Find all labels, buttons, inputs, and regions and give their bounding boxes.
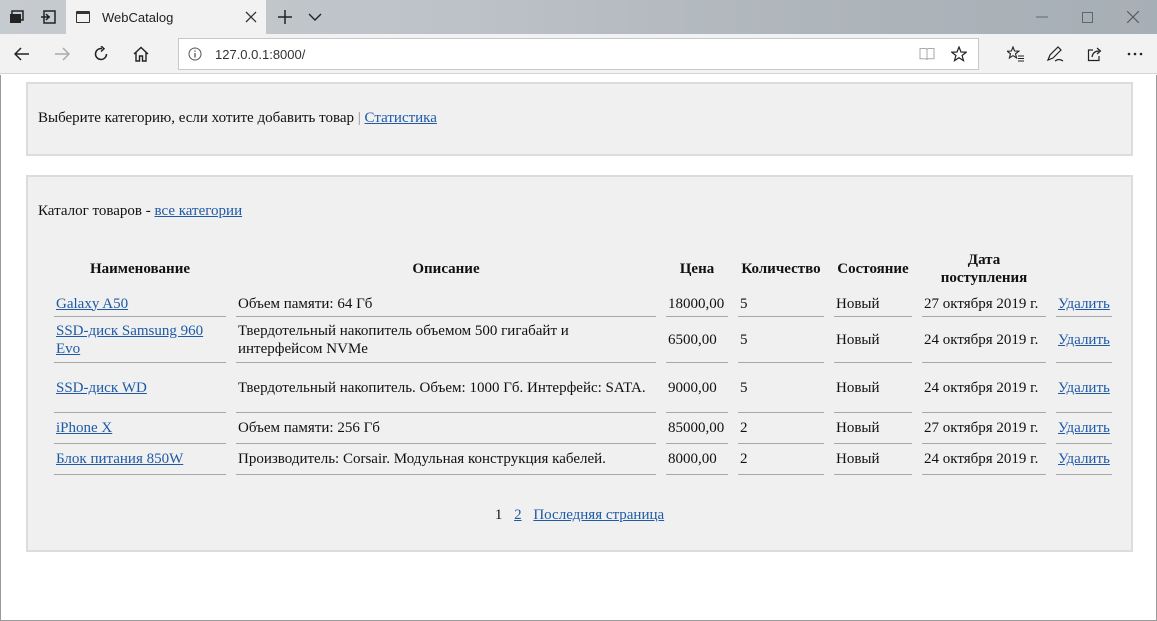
minimize-icon[interactable]: [1019, 0, 1065, 34]
product-description: Твердотельный накопитель. Объем: 1000 Гб…: [236, 363, 656, 413]
table-row: Блок питания 850W Производитель: Corsair…: [54, 444, 1112, 475]
product-quantity: 5: [738, 363, 824, 413]
product-state: Новый: [834, 413, 912, 444]
favorites-list-icon[interactable]: [996, 34, 1036, 74]
site-info-icon[interactable]: [188, 47, 202, 61]
share-icon[interactable]: [1075, 34, 1115, 74]
new-tab-icon[interactable]: [270, 0, 300, 34]
product-name-link[interactable]: iPhone X: [56, 420, 112, 436]
add-product-prompt: Выберите категорию, если хотите добавить…: [38, 110, 355, 126]
product-date: 24 октября 2019 г.: [922, 363, 1046, 413]
delete-link[interactable]: Удалить: [1058, 332, 1110, 348]
catalog-panel: Каталог товаров - все категории Наименов…: [26, 175, 1133, 552]
set-tabs-aside-icon[interactable]: [33, 0, 63, 34]
product-description: Объем памяти: 256 Гб: [236, 413, 656, 444]
tab-title: WebCatalog: [102, 9, 174, 25]
delete-link[interactable]: Удалить: [1058, 420, 1110, 436]
product-description: Твердотельный накопитель объемом 500 гиг…: [236, 317, 656, 363]
column-header-date: Дата поступления: [940, 252, 1028, 286]
product-date: 24 октября 2019 г.: [922, 317, 1046, 363]
product-price: 85000,00: [666, 413, 728, 444]
product-name-link[interactable]: Galaxy A50: [56, 296, 128, 312]
product-name-link[interactable]: SSD-диск WD: [56, 380, 147, 396]
table-row: SSD-диск Samsung 960 Evo Твердотельный н…: [54, 317, 1112, 363]
table-header-row: Наименование Описание Цена Количество Со…: [54, 247, 1112, 291]
table-row: iPhone X Объем памяти: 256 Гб 85000,00 2…: [54, 413, 1112, 444]
product-date: 24 октября 2019 г.: [922, 444, 1046, 475]
more-options-icon[interactable]: [1115, 34, 1155, 74]
catalog-heading: Каталог товаров - все категории: [38, 203, 242, 220]
product-price: 18000,00: [666, 291, 728, 317]
product-quantity: 5: [738, 317, 824, 363]
current-page: 1: [494, 507, 503, 523]
column-header-state: Состояние: [837, 261, 909, 277]
product-quantity: 5: [738, 291, 824, 317]
all-categories-link[interactable]: все категории: [154, 203, 242, 219]
column-header-name: Наименование: [90, 261, 190, 277]
product-description: Производитель: Corsair. Модульная констр…: [236, 444, 656, 475]
pagination: 1 2 Последняя страница: [28, 507, 1131, 524]
forward-icon[interactable]: [42, 34, 82, 74]
browser-tab[interactable]: WebCatalog: [66, 0, 266, 34]
catalog-title: Каталог товаров -: [38, 203, 151, 219]
reading-view-icon[interactable]: [911, 39, 943, 69]
product-date: 27 октября 2019 г.: [922, 413, 1046, 444]
product-description: Объем памяти: 64 Гб: [236, 291, 656, 317]
last-page-link[interactable]: Последняя страница: [533, 507, 664, 523]
tab-actions-icon[interactable]: [2, 0, 32, 34]
product-state: Новый: [834, 291, 912, 317]
address-bar: 127.0.0.1:8000/: [0, 34, 1157, 74]
product-price: 6500,00: [666, 317, 728, 363]
page-icon: [76, 11, 90, 23]
url-field[interactable]: 127.0.0.1:8000/: [178, 38, 979, 70]
product-name-link[interactable]: SSD-диск Samsung 960 Evo: [56, 323, 203, 357]
delete-link[interactable]: Удалить: [1058, 296, 1110, 312]
close-window-icon[interactable]: [1110, 0, 1156, 34]
favorite-star-icon[interactable]: [943, 39, 975, 69]
actions-line: Выберите категорию, если хотите добавить…: [38, 110, 437, 127]
url-text[interactable]: 127.0.0.1:8000/: [215, 47, 305, 62]
product-state: Новый: [834, 317, 912, 363]
column-header-price: Цена: [679, 261, 715, 277]
product-quantity: 2: [738, 444, 824, 475]
column-header-description: Описание: [412, 261, 480, 277]
product-name-link[interactable]: Блок питания 850W: [56, 451, 183, 467]
delete-link[interactable]: Удалить: [1058, 380, 1110, 396]
delete-link[interactable]: Удалить: [1058, 451, 1110, 467]
web-note-pen-icon[interactable]: [1035, 34, 1075, 74]
product-price: 9000,00: [666, 363, 728, 413]
refresh-icon[interactable]: [81, 34, 121, 74]
home-icon[interactable]: [121, 34, 161, 74]
product-price: 8000,00: [666, 444, 728, 475]
table-row: SSD-диск WD Твердотельный накопитель. Об…: [54, 363, 1112, 413]
table-row: Galaxy A50 Объем памяти: 64 Гб 18000,00 …: [54, 291, 1112, 317]
product-state: Новый: [834, 363, 912, 413]
maximize-icon[interactable]: [1064, 0, 1110, 34]
statistics-link[interactable]: Статистика: [365, 110, 437, 126]
tab-list-chevron-icon[interactable]: [300, 0, 330, 34]
page-2-link[interactable]: 2: [514, 507, 522, 523]
browser-titlebar: WebCatalog: [0, 0, 1157, 34]
separator: |: [357, 110, 361, 126]
product-quantity: 2: [738, 413, 824, 444]
column-header-quantity: Количество: [741, 261, 821, 277]
product-date: 27 октября 2019 г.: [922, 291, 1046, 317]
actions-panel: Выберите категорию, если хотите добавить…: [26, 82, 1133, 156]
back-icon[interactable]: [2, 34, 42, 74]
page-viewport: Выберите категорию, если хотите добавить…: [0, 75, 1157, 621]
products-table: Наименование Описание Цена Количество Со…: [44, 247, 1122, 475]
product-state: Новый: [834, 444, 912, 475]
column-header-actions: [1056, 247, 1112, 291]
tab-close-icon[interactable]: [236, 0, 266, 34]
